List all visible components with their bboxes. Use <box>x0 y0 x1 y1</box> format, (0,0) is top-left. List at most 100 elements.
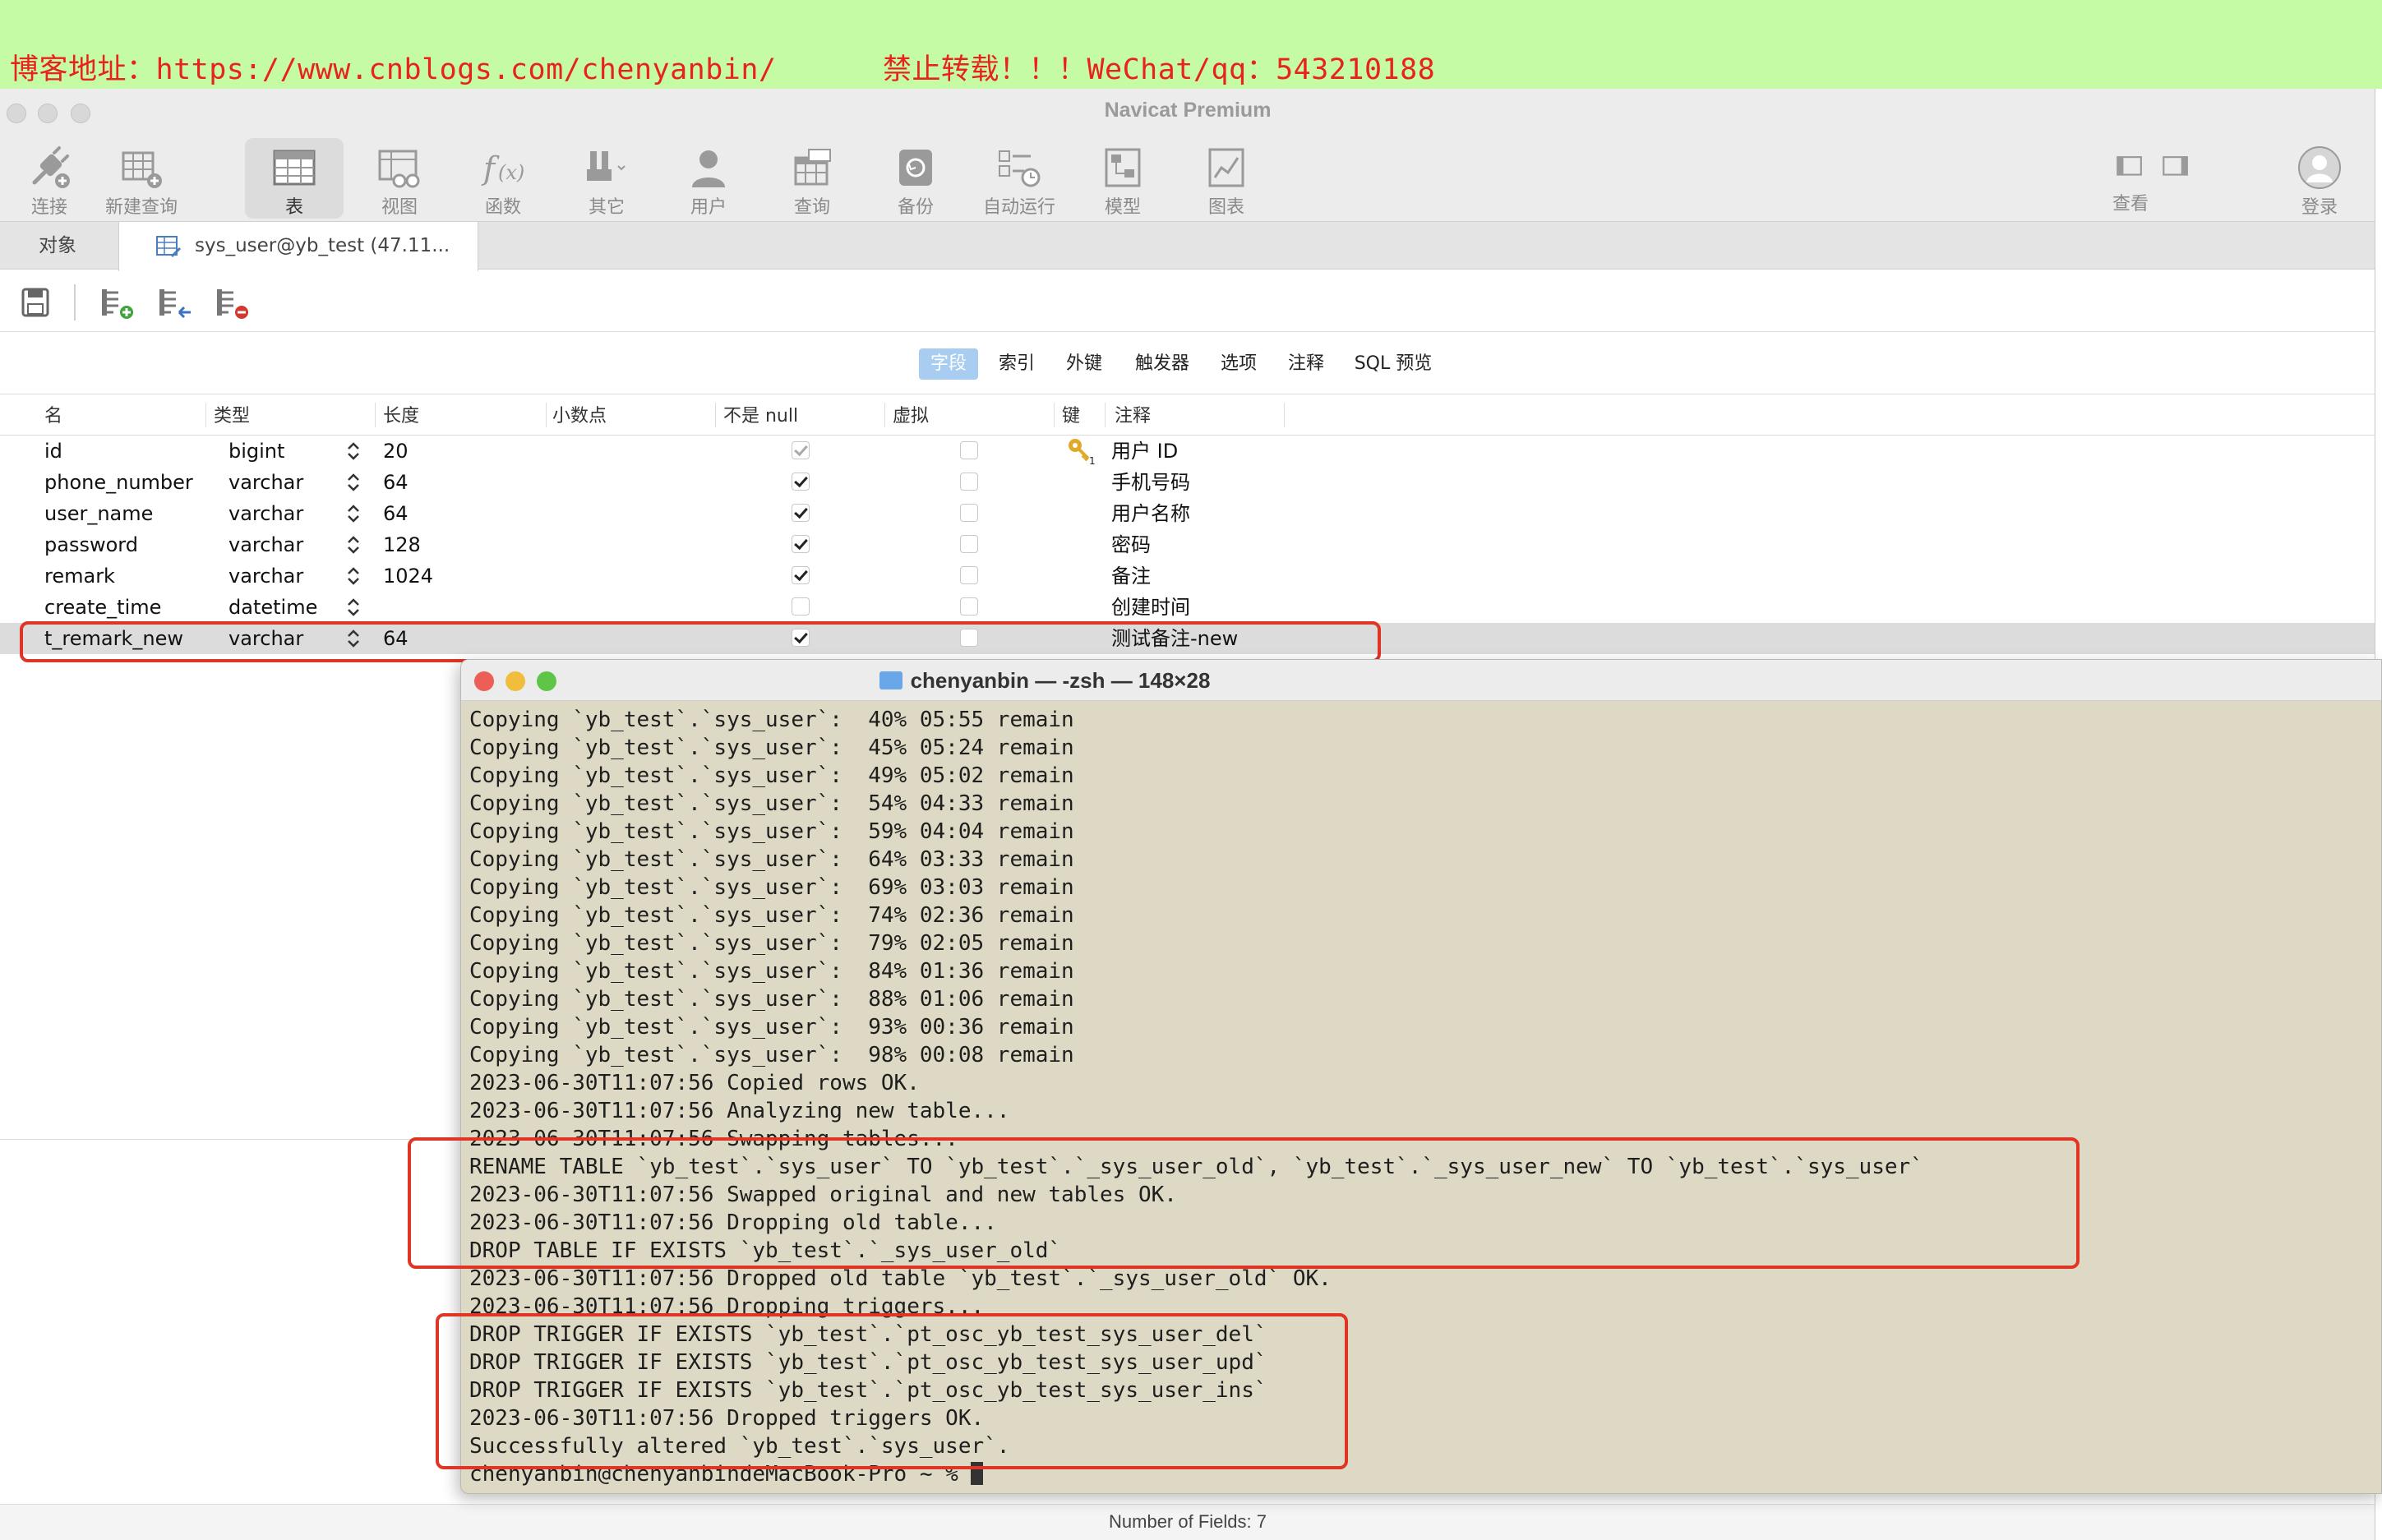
type-stepper-icon[interactable] <box>345 440 362 462</box>
tab-triggers[interactable]: 触发器 <box>1126 348 1198 380</box>
field-name[interactable]: password <box>44 533 138 557</box>
field-type[interactable]: varchar <box>229 564 303 588</box>
terminal-line: Copying `yb_test`.`sys_user`: 49% 05:02 … <box>469 763 1074 788</box>
field-length[interactable]: 64 <box>383 470 409 495</box>
toolbar-label: 视图 <box>381 197 418 218</box>
field-name[interactable]: user_name <box>44 501 153 526</box>
virtual-checkbox[interactable] <box>960 504 978 522</box>
save-icon[interactable] <box>18 284 54 320</box>
field-comment[interactable]: 密码 <box>1111 533 1151 557</box>
type-stepper-icon[interactable] <box>345 565 362 587</box>
not-null-checkbox[interactable] <box>792 473 810 491</box>
type-stepper-icon[interactable] <box>345 503 362 524</box>
virtual-checkbox[interactable] <box>960 597 978 616</box>
toolbar-function-button[interactable]: f (x) 函数 <box>454 138 552 219</box>
status-bar: Number of Fields: 7 <box>0 1504 2375 1540</box>
toolbar-login-button[interactable]: 登录 <box>2270 138 2369 219</box>
toolbar-chart-button[interactable]: 图表 <box>1177 138 1276 219</box>
table-design-icon <box>156 236 182 258</box>
tab-fields[interactable]: 字段 <box>919 348 978 380</box>
terminal-line: 2023-06-30T11:07:56 Analyzing new table.… <box>469 1099 1010 1123</box>
column-header-name[interactable]: 名 <box>44 406 62 427</box>
tab-comment[interactable]: 注释 <box>1281 348 1332 380</box>
toolbar-schedule-button[interactable]: 自动运行 <box>970 138 1069 219</box>
column-header-key[interactable]: 键 <box>1062 406 1080 427</box>
field-type[interactable]: varchar <box>229 533 303 557</box>
column-header-not-null[interactable]: 不是 null <box>723 406 798 427</box>
table-row[interactable]: id bigint 20 1 用户 ID <box>0 436 2375 467</box>
tab-foreign-keys[interactable]: 外键 <box>1059 348 1110 380</box>
field-name[interactable]: create_time <box>44 595 161 620</box>
field-comment[interactable]: 备注 <box>1111 564 1151 588</box>
field-name[interactable]: remark <box>44 564 115 588</box>
table-row[interactable]: create_time datetime 创建时间 <box>0 592 2375 623</box>
column-header-decimals[interactable]: 小数点 <box>552 406 607 427</box>
virtual-checkbox[interactable] <box>960 566 978 584</box>
toolbar-other-button[interactable]: 其它 <box>557 138 656 219</box>
type-stepper-icon[interactable] <box>345 597 362 618</box>
toolbar-query-button[interactable]: 查询 <box>763 138 861 219</box>
toolbar-label: 登录 <box>2301 197 2338 218</box>
field-length[interactable]: 1024 <box>383 564 433 588</box>
column-header-length[interactable]: 长度 <box>383 406 419 427</box>
toolbar-view-toggle-button[interactable]: 查看 <box>2091 138 2170 219</box>
toolbar-connect-button[interactable]: 连接 <box>0 138 99 219</box>
column-header-comment[interactable]: 注释 <box>1115 406 1151 427</box>
delete-field-icon[interactable] <box>215 284 252 320</box>
toolbar-label: 查看 <box>2112 194 2149 214</box>
toolbar-view-button[interactable]: 视图 <box>350 138 449 219</box>
toolbar-table-button[interactable]: 表 <box>245 138 344 219</box>
tab-document-label: sys_user@yb_test (47.11... <box>195 235 450 256</box>
not-null-checkbox[interactable] <box>792 597 810 616</box>
table-row[interactable]: password varchar 128 密码 <box>0 529 2375 560</box>
not-null-checkbox[interactable] <box>792 504 810 522</box>
table-icon <box>273 150 316 186</box>
field-name[interactable]: id <box>44 439 62 463</box>
not-null-checkbox[interactable] <box>792 441 810 459</box>
tab-objects[interactable]: 对象 <box>0 222 115 270</box>
toolbar-new-query-button[interactable]: 新建查询 <box>92 138 191 219</box>
highlight-box-rename-drop <box>408 1137 2080 1269</box>
field-type[interactable]: bigint <box>229 439 284 463</box>
virtual-checkbox[interactable] <box>960 473 978 491</box>
field-length[interactable]: 128 <box>383 533 421 557</box>
field-name[interactable]: phone_number <box>44 470 193 495</box>
tab-indexes[interactable]: 索引 <box>991 348 1042 380</box>
toolbar-label: 图表 <box>1207 197 1244 218</box>
not-null-checkbox[interactable] <box>792 566 810 584</box>
type-stepper-icon[interactable] <box>345 472 362 493</box>
field-length[interactable]: 20 <box>383 439 409 463</box>
tab-options[interactable]: 选项 <box>1213 348 1264 380</box>
design-toolbar <box>0 270 2375 332</box>
field-type[interactable]: varchar <box>229 501 303 526</box>
field-comment[interactable]: 手机号码 <box>1111 470 1190 495</box>
panel-divider <box>0 1139 460 1140</box>
field-type[interactable]: varchar <box>229 470 303 495</box>
table-row[interactable]: user_name varchar 64 用户名称 <box>0 498 2375 529</box>
add-field-icon[interactable] <box>100 284 136 320</box>
column-header-virtual[interactable]: 虚拟 <box>893 406 929 427</box>
toolbar-backup-button[interactable]: 备份 <box>866 138 965 219</box>
not-null-checkbox[interactable] <box>792 535 810 553</box>
toolbar-label: 模型 <box>1104 197 1141 218</box>
field-comment[interactable]: 创建时间 <box>1111 595 1190 620</box>
chart-icon <box>1208 148 1244 187</box>
table-row[interactable]: phone_number varchar 64 手机号码 <box>0 467 2375 498</box>
insert-field-icon[interactable] <box>158 284 194 320</box>
toolbar-divider <box>74 284 76 320</box>
toolbar-user-button[interactable]: 用户 <box>659 138 758 219</box>
field-comment[interactable]: 用户名称 <box>1111 501 1190 526</box>
field-length[interactable]: 64 <box>383 501 409 526</box>
field-comment[interactable]: 用户 ID <box>1111 439 1178 463</box>
toolbar-model-button[interactable]: 模型 <box>1073 138 1172 219</box>
virtual-checkbox[interactable] <box>960 535 978 553</box>
sidebar-right-icon[interactable] <box>2160 151 2193 184</box>
tab-table-design[interactable]: sys_user@yb_test (47.11... <box>118 222 478 271</box>
terminal-line: Copying `yb_test`.`sys_user`: 79% 02:05 … <box>469 931 1074 956</box>
tab-sql-preview[interactable]: SQL 预览 <box>1348 348 1438 380</box>
column-header-type[interactable]: 类型 <box>214 406 250 427</box>
field-type[interactable]: datetime <box>229 595 317 620</box>
type-stepper-icon[interactable] <box>345 534 362 556</box>
table-row[interactable]: remark varchar 1024 备注 <box>0 560 2375 592</box>
virtual-checkbox[interactable] <box>960 441 978 459</box>
